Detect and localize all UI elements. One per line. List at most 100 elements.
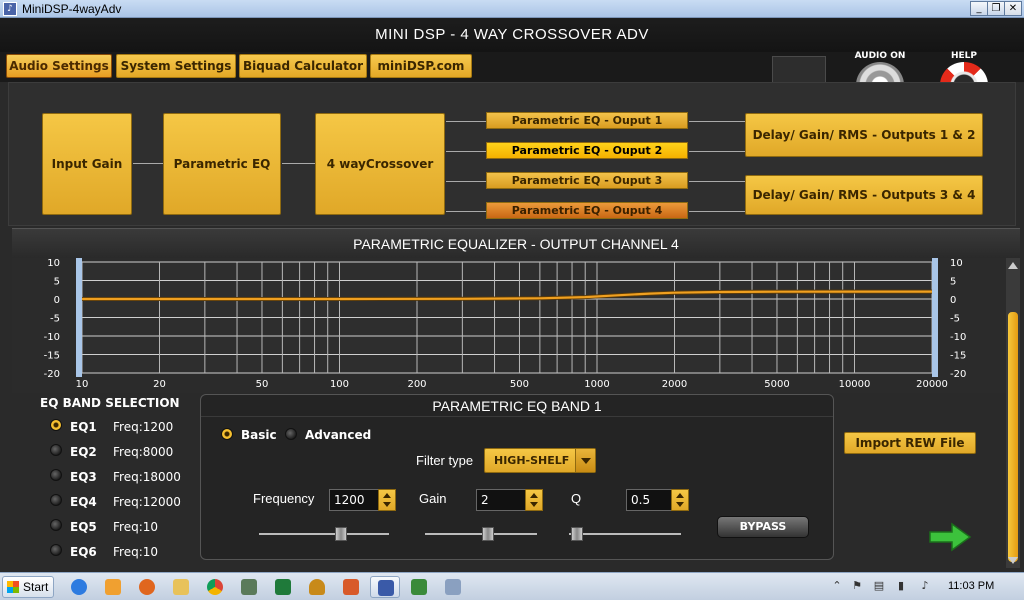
peq-output-2[interactable]: Parametric EQ - Ouput 2: [486, 142, 688, 159]
connector: [689, 121, 745, 122]
app-window: ♪ MiniDSP-4wayAdv _ ❐ ✕ MINI DSP - 4 WAY…: [0, 0, 1024, 600]
radio-eq2[interactable]: [50, 444, 62, 456]
tray-volume-icon[interactable]: ♪: [918, 579, 932, 593]
import-rew-button[interactable]: Import REW File: [844, 432, 976, 454]
filter-type-value: HIGH-SHELF: [494, 454, 570, 467]
taskbar-app-icon[interactable]: [336, 576, 366, 598]
crossover-block[interactable]: 4 wayCrossover: [315, 113, 445, 215]
radio-eq1[interactable]: [50, 419, 62, 431]
y-tick-label: 5: [54, 277, 60, 288]
vertical-scrollbar[interactable]: [1006, 258, 1020, 568]
peq-output-3[interactable]: Parametric EQ - Ouput 3: [486, 172, 688, 189]
app-icon: ♪: [3, 2, 17, 16]
taskbar-rew-icon[interactable]: [404, 576, 434, 598]
tab-audio-settings[interactable]: Audio Settings: [6, 54, 112, 78]
x-tick-label: 50: [256, 379, 269, 390]
q-slider[interactable]: [569, 527, 681, 541]
radio-eq4[interactable]: [50, 494, 62, 506]
tab-biquad-calculator[interactable]: Biquad Calculator: [239, 54, 367, 78]
chevron-down-icon[interactable]: [575, 449, 595, 472]
band-name: EQ6: [70, 545, 97, 559]
band-freq: Freq:1200: [113, 420, 174, 434]
stepper-arrows-icon[interactable]: [671, 489, 689, 511]
frequency-value[interactable]: 1200: [334, 493, 365, 507]
q-value[interactable]: 0.5: [631, 493, 650, 507]
frequency-stepper[interactable]: 1200: [329, 489, 396, 511]
taskbar-excel-icon[interactable]: [268, 576, 298, 598]
taskbar-folder-icon[interactable]: [166, 576, 196, 598]
connector: [446, 151, 487, 152]
y-tick-label: -20: [44, 369, 60, 380]
tray-expand-icon[interactable]: ⌃: [830, 579, 844, 593]
taskbar-media-icon[interactable]: [98, 576, 128, 598]
slider-handle[interactable]: [482, 527, 494, 541]
band-freq: Freq:8000: [113, 445, 174, 459]
scroll-up-icon[interactable]: [1008, 262, 1018, 269]
slider-handle[interactable]: [335, 527, 347, 541]
connector: [446, 121, 487, 122]
next-arrow-icon[interactable]: [928, 522, 972, 552]
radio-advanced[interactable]: [285, 428, 297, 440]
connector: [282, 163, 315, 164]
y-tick-label: 5: [950, 277, 956, 288]
tab-system-settings[interactable]: System Settings: [116, 54, 236, 78]
eq-graph[interactable]: 10 10 5 5 0 0 -5 -5 -10 -10 -15 -15 -20 -20 10 20 50 100 2…: [12, 258, 1006, 393]
maximize-button[interactable]: ❐: [987, 1, 1005, 16]
app-header: MINI DSP - 4 WAY CROSSOVER ADV: [0, 18, 1024, 52]
taskbar-minidsp-icon[interactable]: [370, 576, 400, 598]
taskbar-ie-icon[interactable]: [64, 576, 94, 598]
radio-eq6[interactable]: [50, 544, 62, 556]
taskbar-firefox-icon[interactable]: [132, 576, 162, 598]
start-button[interactable]: Start: [2, 576, 54, 598]
gain-stepper[interactable]: 2: [476, 489, 543, 511]
taskbar-device-icon[interactable]: [234, 576, 264, 598]
audio-on-label: AUDIO ON: [854, 51, 906, 61]
tray-flag-icon[interactable]: ⚑: [850, 579, 864, 593]
connector: [133, 163, 163, 164]
band-selection-title: EQ BAND SELECTION: [40, 396, 180, 410]
x-tick-label: 200: [407, 379, 426, 390]
stepper-arrows-icon[interactable]: [525, 489, 543, 511]
filter-type-select[interactable]: HIGH-SHELF: [484, 448, 596, 473]
radio-eq3[interactable]: [50, 469, 62, 481]
radio-basic[interactable]: [221, 428, 233, 440]
gain-slider[interactable]: [425, 527, 537, 541]
delay-gain-rms-outputs-3-4[interactable]: Delay/ Gain/ RMS - Outputs 3 & 4: [745, 175, 983, 215]
peq-output-1[interactable]: Parametric EQ - Ouput 1: [486, 112, 688, 129]
scroll-thumb[interactable]: [1008, 312, 1018, 562]
taskbar-chrome-icon[interactable]: [200, 576, 230, 598]
bypass-button[interactable]: BYPASS: [717, 516, 809, 538]
delay-gain-rms-outputs-1-2[interactable]: Delay/ Gain/ RMS - Outputs 1 & 2: [745, 113, 983, 157]
close-button[interactable]: ✕: [1004, 1, 1022, 16]
minimize-button[interactable]: _: [970, 1, 988, 16]
gain-value[interactable]: 2: [481, 493, 489, 507]
radio-eq5[interactable]: [50, 519, 62, 531]
tray-device-icon[interactable]: ▤: [872, 579, 886, 593]
y-tick-label: -15: [44, 351, 60, 362]
x-tick-label: 1000: [584, 379, 609, 390]
x-tick-label: 5000: [764, 379, 789, 390]
x-tick-label: 10: [76, 379, 89, 390]
tab-minidsp-com[interactable]: miniDSP.com: [370, 54, 472, 78]
left-range-bar: [76, 258, 82, 377]
x-tick-label: 20: [153, 379, 166, 390]
y-tick-label: 10: [47, 258, 60, 269]
parametric-eq-block[interactable]: Parametric EQ: [163, 113, 281, 215]
stepper-arrows-icon[interactable]: [378, 489, 396, 511]
frequency-slider[interactable]: [259, 527, 389, 541]
slider-handle[interactable]: [571, 527, 583, 541]
y-tick-label: -20: [950, 369, 966, 380]
peq-output-4[interactable]: Parametric EQ - Ouput 4: [486, 202, 688, 219]
tray-network-icon[interactable]: ▮: [894, 579, 908, 593]
taskbar-tool-icon[interactable]: [438, 576, 468, 598]
q-stepper[interactable]: 0.5: [626, 489, 689, 511]
taskbar-clock[interactable]: 11:03 PM: [948, 580, 994, 592]
x-tick-label: 500: [510, 379, 529, 390]
y-tick-label: -5: [950, 314, 960, 325]
help-label: HELP: [950, 51, 977, 61]
scroll-down-icon[interactable]: [1008, 557, 1018, 564]
title-bar: ♪ MiniDSP-4wayAdv _ ❐ ✕: [0, 0, 1024, 18]
input-gain-block[interactable]: Input Gain: [42, 113, 132, 215]
band-name: EQ4: [70, 495, 97, 509]
taskbar-headphones-icon[interactable]: [302, 576, 332, 598]
